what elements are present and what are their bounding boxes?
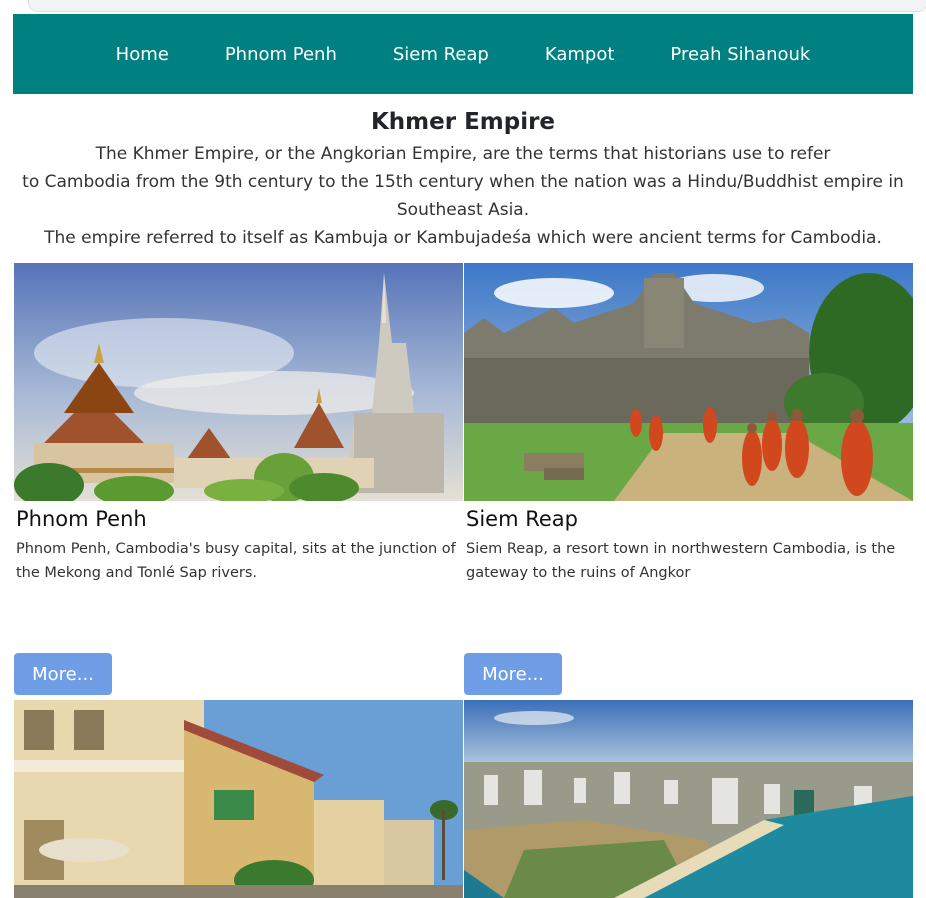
intro-line-2: to Cambodia from the 9th century to the … bbox=[22, 172, 904, 192]
intro-line-3: Southeast Asia. bbox=[396, 200, 530, 220]
preah-sihanouk-image bbox=[464, 700, 913, 898]
siem-reap-image bbox=[464, 263, 913, 501]
card-title: Siem Reap bbox=[466, 507, 578, 531]
nav-preah-sihanouk[interactable]: Preah Sihanouk bbox=[642, 44, 838, 65]
nav-phnom-penh[interactable]: Phnom Penh bbox=[197, 44, 365, 65]
nav-home[interactable]: Home bbox=[88, 44, 197, 65]
main-nav: Home Phnom Penh Siem Reap Kampot Preah S… bbox=[13, 14, 913, 94]
page-title: Khmer Empire bbox=[370, 109, 556, 135]
intro-line-1: The Khmer Empire, or the Angkorian Empir… bbox=[95, 144, 831, 164]
card-title: Phnom Penh bbox=[16, 507, 147, 531]
card-phnom-penh: Phnom Penh Phnom Penh, Cambodia's busy c… bbox=[14, 263, 463, 585]
more-button-siem-reap[interactable]: More... bbox=[464, 653, 562, 695]
phnom-penh-image bbox=[14, 263, 463, 501]
nav-kampot[interactable]: Kampot bbox=[517, 44, 643, 65]
more-button-phnom-penh[interactable]: More... bbox=[14, 653, 112, 695]
intro-section: Khmer Empire The Khmer Empire, or the An… bbox=[13, 106, 913, 252]
browser-strip bbox=[0, 0, 926, 12]
intro-line-4: The empire referred to itself as Kambuja… bbox=[44, 228, 882, 248]
kampot-image bbox=[14, 700, 463, 898]
card-siem-reap: Siem Reap Siem Reap, a resort town in no… bbox=[464, 263, 913, 585]
address-bar bbox=[28, 0, 926, 12]
nav-siem-reap[interactable]: Siem Reap bbox=[365, 44, 517, 65]
card-description: Siem Reap, a resort town in northwestern… bbox=[466, 541, 896, 581]
card-description: Phnom Penh, Cambodia's busy capital, sit… bbox=[16, 541, 456, 581]
